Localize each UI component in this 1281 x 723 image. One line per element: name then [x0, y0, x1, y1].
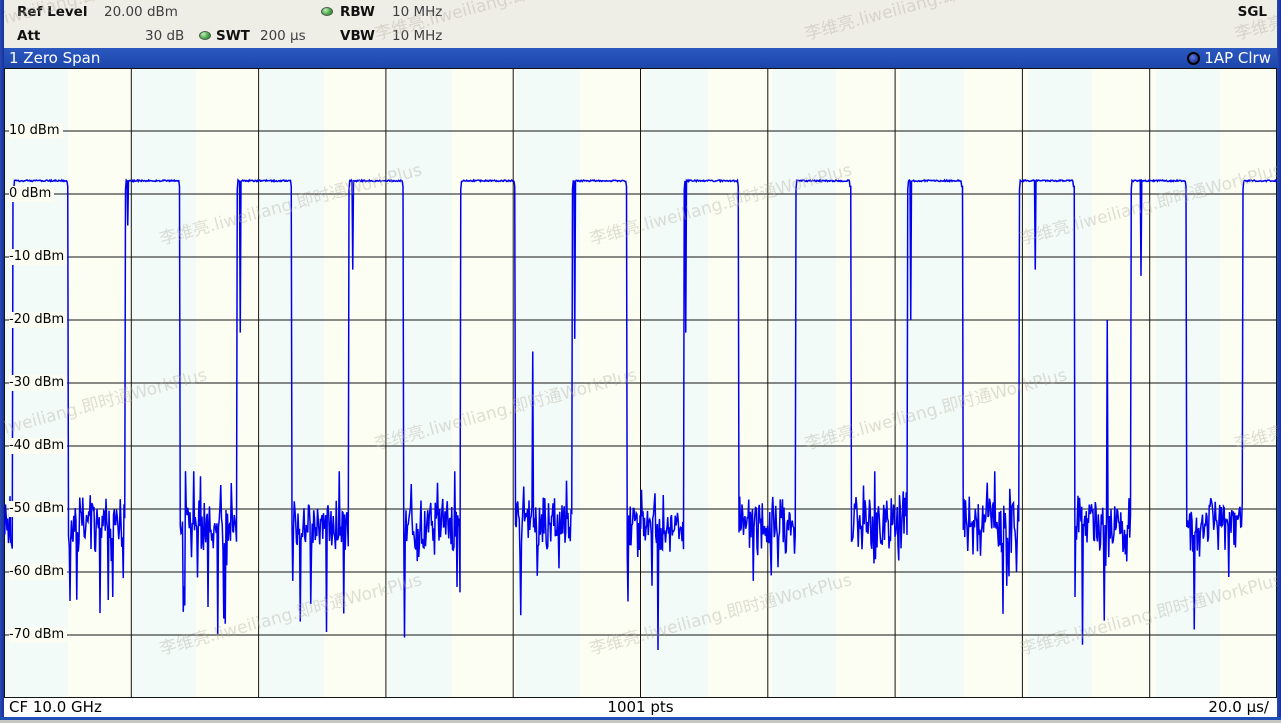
y-axis-label: -30 dBm: [9, 375, 67, 391]
y-axis-label: -70 dBm: [9, 627, 67, 643]
window-title-bar: 1 Zero Span 1AP Clrw: [4, 48, 1277, 68]
ref-level-value[interactable]: 20.00 dBm: [104, 4, 178, 20]
rbw-coupling-led-icon: [321, 7, 333, 16]
att-label: Att: [17, 28, 40, 44]
trace-marker-circle-icon: [1187, 52, 1200, 65]
window-frame-right: [1277, 0, 1281, 723]
trace-diagram: [4, 68, 1277, 698]
y-axis-label: -50 dBm: [9, 501, 67, 517]
y-axis-label: -10 dBm: [9, 249, 67, 265]
ref-level-label: Ref Level: [17, 4, 87, 20]
sweep-points-indicator: 1001 pts: [4, 698, 1277, 716]
vbw-value[interactable]: 10 MHz: [392, 28, 442, 44]
analyzer-screen: Ref Level 20.00 dBm RBW 10 MHz SGL Att 3…: [0, 0, 1281, 723]
time-per-division-field[interactable]: 20.0 µs/: [1208, 698, 1269, 716]
y-axis-label: -20 dBm: [9, 312, 67, 328]
vbw-label: VBW: [340, 28, 375, 44]
att-value[interactable]: 30 dB: [145, 28, 184, 44]
y-axis-label: -60 dBm: [9, 564, 67, 580]
y-axis-label: 10 dBm: [9, 123, 63, 139]
plot-area[interactable]: 10 dBm 0 dBm -10 dBm -20 dBm -30 dBm -40 dBm -…: [4, 68, 1277, 698]
window-frame-left: [0, 0, 4, 723]
rbw-value[interactable]: 10 MHz: [392, 4, 442, 20]
swt-label: SWT: [216, 28, 250, 44]
trace-mode-label: 1AP Clrw: [1204, 49, 1271, 67]
header-bar: Ref Level 20.00 dBm RBW 10 MHz SGL Att 3…: [4, 0, 1277, 48]
sgl-indicator: SGL: [1238, 4, 1267, 20]
swt-value[interactable]: 200 µs: [260, 28, 306, 44]
trace-info[interactable]: 1AP Clrw: [1187, 49, 1271, 67]
swt-coupling-led-icon: [199, 31, 211, 40]
y-axis-label: -40 dBm: [9, 438, 67, 454]
window-title: 1 Zero Span: [9, 49, 100, 67]
y-axis-label: 0 dBm: [9, 186, 54, 202]
footer-bar: CF 10.0 GHz 1001 pts 20.0 µs/: [4, 698, 1277, 717]
rbw-label: RBW: [340, 4, 375, 20]
